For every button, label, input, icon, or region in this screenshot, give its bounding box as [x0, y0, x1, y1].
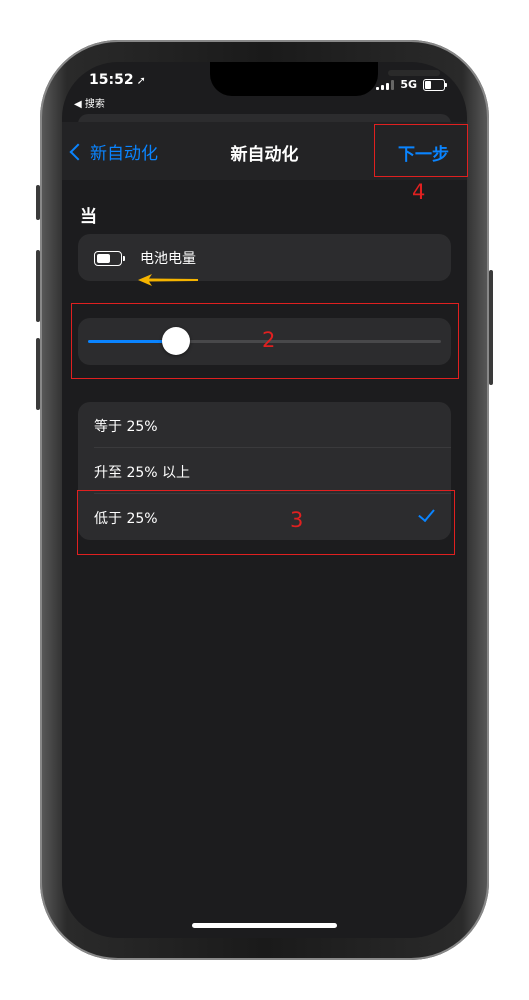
notch — [210, 62, 466, 96]
annotation-box-next — [374, 124, 468, 177]
status-time: 15:52 ➚ — [89, 72, 146, 88]
battery-level-card[interactable]: 电池电量 — [78, 234, 451, 281]
section-label: 当 — [80, 207, 97, 227]
power-button — [489, 270, 493, 385]
annotation-number-3: 3 — [290, 508, 304, 532]
network-label: 5G — [400, 78, 417, 91]
annotation-number-4: 4 — [412, 180, 426, 204]
annotation-arrow-icon — [138, 274, 198, 286]
battery-status-icon — [423, 78, 447, 91]
speaker-grille — [388, 70, 440, 76]
location-arrow-icon: ➚ — [136, 74, 146, 87]
battery-level-label: 电池电量 — [140, 251, 196, 267]
option-rise-above-25[interactable]: 升至 25% 以上 — [94, 462, 190, 482]
option-equal-25[interactable]: 等于 25% — [94, 416, 158, 436]
back-to-search[interactable]: ◀ 搜索 — [74, 95, 105, 110]
battery-icon — [94, 251, 125, 266]
signal-icon — [376, 79, 395, 90]
volume-down-button — [36, 338, 40, 410]
mute-switch — [36, 185, 40, 220]
annotation-box-below — [77, 490, 455, 555]
home-indicator[interactable] — [192, 923, 337, 928]
annotation-number-2: 2 — [262, 328, 276, 352]
volume-up-button — [36, 250, 40, 322]
option-divider — [94, 447, 451, 448]
front-camera — [454, 67, 466, 79]
status-indicators: 5G — [376, 78, 447, 91]
